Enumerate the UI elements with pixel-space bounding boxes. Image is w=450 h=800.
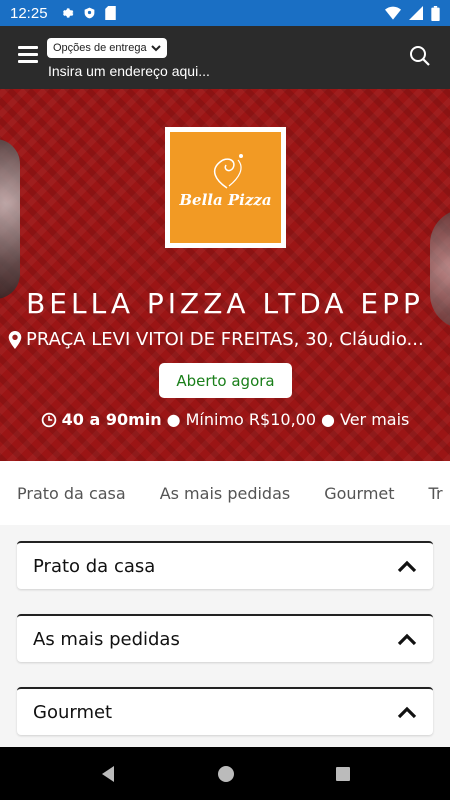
- sd-card-icon: [104, 6, 116, 20]
- restaurant-name: BELLA PIZZA LTDA EPP: [26, 287, 424, 320]
- bullet-separator: ●: [321, 410, 335, 429]
- back-icon[interactable]: [99, 765, 117, 783]
- app-bar: Opções de entrega Insira um endereço aqu…: [0, 26, 450, 89]
- logo-background: Bella Pizza: [170, 132, 281, 243]
- open-status-badge: Aberto agora: [159, 363, 292, 398]
- shield-icon: [84, 7, 94, 19]
- search-button[interactable]: [408, 44, 432, 68]
- restaurant-hero: Bella Pizza BELLA PIZZA LTDA EPP PRAÇA L…: [0, 89, 450, 461]
- status-bar: 12:25: [0, 0, 450, 26]
- chevron-up-icon: [397, 633, 417, 646]
- restaurant-address: PRAÇA LEVI VITOI DE FREITAS, 30, Cláudio…: [8, 329, 448, 350]
- restaurant-address-text: PRAÇA LEVI VITOI DE FREITAS, 30, Cláudio…: [26, 329, 424, 350]
- address-input[interactable]: Insira um endereço aqui...: [48, 63, 210, 79]
- tab-gourmet[interactable]: Gourmet: [307, 484, 411, 503]
- home-icon[interactable]: [217, 765, 235, 783]
- tab-prato-da-casa[interactable]: Prato da casa: [0, 484, 143, 503]
- wifi-icon: [385, 6, 401, 20]
- section-gourmet[interactable]: Gourmet: [17, 687, 433, 735]
- category-sections: Prato da casa As mais pedidas Gourmet: [0, 525, 450, 747]
- bullet-separator: ●: [166, 410, 181, 429]
- minimum-order: Mínimo R$10,00: [185, 410, 317, 429]
- hamburger-line: [18, 60, 38, 63]
- restaurant-logo: Bella Pizza: [165, 127, 286, 248]
- section-prato-da-casa[interactable]: Prato da casa: [17, 541, 433, 589]
- section-title: Gourmet: [33, 701, 113, 723]
- chevron-up-icon: [397, 706, 417, 719]
- clock-icon: [41, 412, 56, 427]
- tab-partial[interactable]: Tr: [412, 484, 450, 503]
- tab-as-mais-pedidas[interactable]: As mais pedidas: [143, 484, 308, 503]
- status-time: 12:25: [10, 4, 48, 22]
- system-nav-bar: [0, 747, 450, 800]
- category-tabs: Prato da casa As mais pedidas Gourmet Tr: [0, 461, 450, 525]
- delivery-info: 40 a 90min ● Mínimo R$10,00 ● Ver mais: [0, 410, 450, 429]
- signal-icon: [409, 6, 423, 20]
- recents-icon[interactable]: [335, 766, 351, 782]
- logo-text: Bella Pizza: [179, 190, 272, 209]
- chevron-up-icon: [397, 560, 417, 573]
- hamburger-line: [18, 46, 38, 49]
- hamburger-line: [18, 53, 38, 56]
- menu-button[interactable]: [18, 46, 38, 64]
- pizza-cutter-decoration: [0, 139, 20, 299]
- see-more-link[interactable]: Ver mais: [340, 410, 409, 429]
- delivery-time: 40 a 90min: [61, 410, 162, 429]
- section-title: Prato da casa: [33, 555, 156, 577]
- section-title: As mais pedidas: [33, 628, 180, 650]
- location-pin-icon: [8, 330, 22, 349]
- battery-icon: [431, 5, 440, 21]
- chevron-down-icon: [150, 44, 161, 51]
- search-icon: [410, 46, 430, 66]
- swirl-ornament-icon: [213, 154, 243, 189]
- section-as-mais-pedidas[interactable]: As mais pedidas: [17, 614, 433, 662]
- settings-icon: [62, 8, 73, 18]
- delivery-options-label: Opções de entrega: [53, 42, 147, 54]
- delivery-options-select[interactable]: Opções de entrega: [47, 38, 167, 58]
